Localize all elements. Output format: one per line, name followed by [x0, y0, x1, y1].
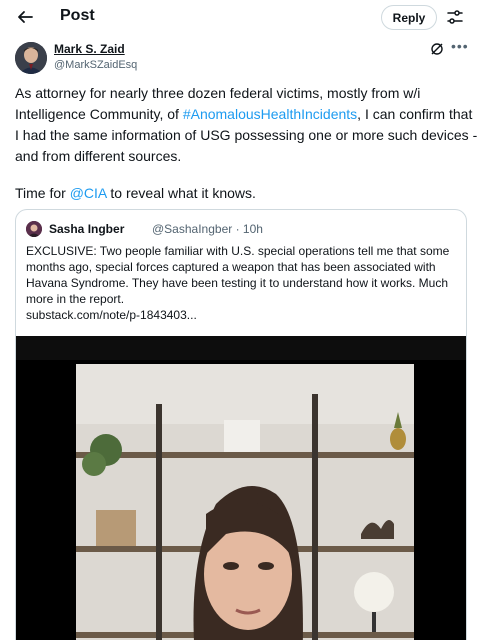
page-title: Post	[60, 7, 95, 24]
settings-button[interactable]	[446, 8, 464, 26]
grok-icon	[431, 43, 443, 55]
arrow-left-icon	[18, 11, 33, 23]
reply-button[interactable]: Reply	[381, 5, 437, 30]
author-handle[interactable]: @MarkSZaidEsq	[54, 59, 137, 71]
video-player[interactable]	[16, 336, 466, 640]
back-button[interactable]	[14, 6, 36, 28]
mention-link[interactable]: @CIA	[70, 185, 107, 201]
tweet-text-part: to reveal what it knows.	[106, 185, 256, 201]
author-name[interactable]: Mark S. Zaid	[54, 42, 125, 56]
video-top-bar	[16, 336, 466, 360]
grok-button[interactable]	[430, 42, 444, 56]
tweet-text-part: Time for	[15, 185, 70, 201]
quote-author-avatar	[26, 221, 42, 237]
quote-author-name: Sasha Ingber	[49, 222, 125, 236]
author-avatar[interactable]	[15, 42, 47, 74]
tweet-text: As attorney for nearly three dozen feder…	[15, 83, 480, 204]
sliders-icon	[447, 10, 463, 24]
quoted-post[interactable]: Sasha Ingber @SashaIngber · 10h EXCLUSIV…	[15, 209, 467, 640]
post-page: Post Reply Mark S. Zaid @MarkSZaidEsq ••…	[0, 0, 493, 640]
quote-link[interactable]: substack.com/note/p-1843403...	[26, 307, 456, 323]
quote-text: EXCLUSIVE: Two people familiar with U.S.…	[26, 243, 456, 323]
quote-handle-time: @SashaIngber · 10h	[152, 222, 263, 236]
quote-body: EXCLUSIVE: Two people familiar with U.S.…	[26, 244, 450, 306]
top-bar: Post Reply	[0, 0, 493, 36]
more-options-icon[interactable]: •••	[451, 38, 469, 54]
video-thumbnail	[76, 364, 414, 640]
hashtag-link[interactable]: #AnomalousHealthIncidents	[183, 106, 357, 122]
